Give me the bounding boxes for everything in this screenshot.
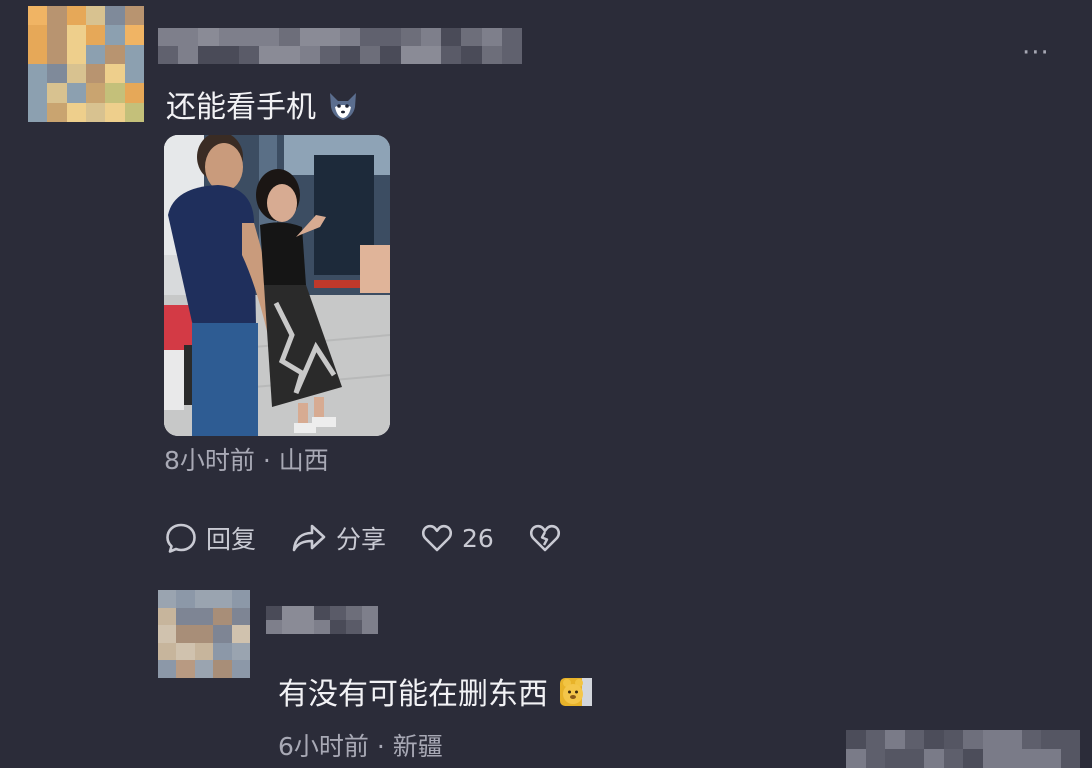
share-button[interactable]: 分享	[290, 520, 386, 556]
user-avatar-blurred[interactable]	[28, 6, 144, 122]
comment-meta: 6小时前 · 新疆	[278, 730, 443, 764]
share-arrow-icon	[292, 524, 326, 552]
meta-separator: ·	[376, 732, 385, 761]
user-avatar-blurred[interactable]	[158, 590, 250, 678]
broken-heart-icon	[529, 524, 560, 552]
comment-meta: 8小时前 · 山西	[164, 444, 329, 478]
comment-time: 6小时前	[278, 732, 369, 761]
fox-face-emoji	[330, 93, 356, 120]
bear-emoji	[560, 678, 592, 706]
comment-location: 新疆	[392, 732, 443, 761]
comment-actions: 回复 分享 26	[164, 518, 596, 558]
heart-icon	[421, 524, 453, 552]
blurred-overlay	[846, 730, 1080, 768]
meta-separator: ·	[262, 446, 271, 475]
dislike-button[interactable]	[528, 521, 562, 555]
comment-text: 还能看手机	[166, 88, 360, 128]
share-label: 分享	[336, 525, 387, 554]
like-count: 26	[462, 523, 494, 553]
comment-text: 有没有可能在删东西	[278, 674, 594, 715]
more-options-icon[interactable]: ···	[1022, 40, 1050, 66]
username-blurred[interactable]	[266, 606, 378, 634]
comment-time: 8小时前	[164, 446, 255, 475]
like-button[interactable]: 26	[420, 521, 494, 555]
username-blurred[interactable]	[158, 28, 522, 64]
reply-button[interactable]: 回复	[164, 520, 256, 556]
comment-location: 山西	[278, 446, 329, 475]
reply-label: 回复	[206, 525, 257, 554]
comment-photo[interactable]	[164, 135, 390, 436]
comment-bubble-icon	[166, 523, 196, 553]
